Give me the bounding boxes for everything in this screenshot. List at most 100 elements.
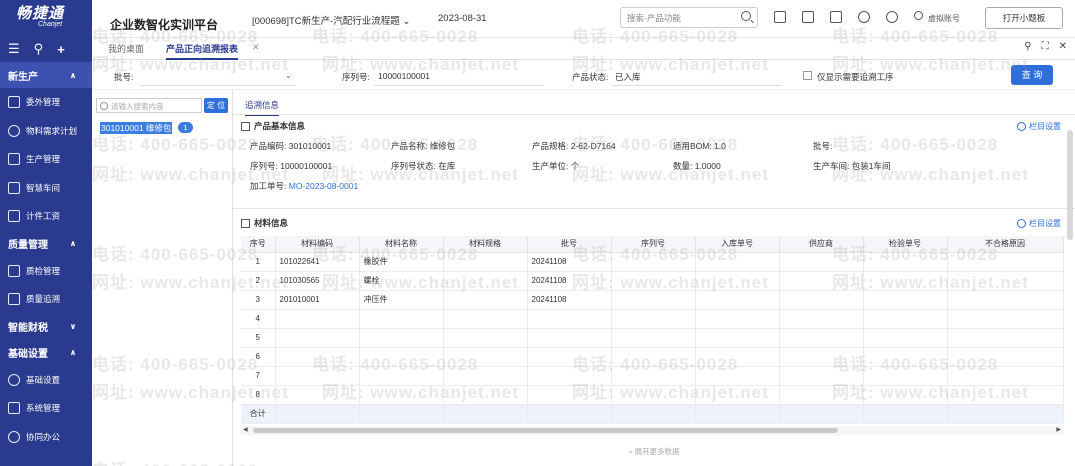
help-icon[interactable] (886, 11, 898, 23)
table-icon (241, 218, 250, 228)
table-row[interactable]: 3 201010001 冲压件 20241108 (241, 290, 1064, 310)
calculator-icon[interactable] (774, 11, 786, 23)
table-cell (779, 404, 864, 424)
table-cell (863, 347, 948, 367)
main-content: 追溯信息 产品基本信息 栏目设置 产品编码: 301010001 产品名称: 维… (233, 90, 1075, 466)
col-supplier[interactable]: 供应商 (779, 236, 864, 253)
col-batch[interactable]: 批号 (527, 236, 612, 253)
menu-icon[interactable]: ☰ (8, 41, 20, 57)
serial-label: 序列号: (342, 72, 370, 82)
table-cell (863, 252, 948, 272)
serial-status: 序列号状态: 在库 (391, 161, 456, 171)
close-icon[interactable]: ✕ (252, 42, 260, 53)
sidebar-item-basic-settings[interactable]: 基础设置 (0, 366, 92, 395)
table-row[interactable]: 7 (241, 366, 1064, 386)
basic-info-heading: 产品基本信息 (241, 120, 305, 132)
table-row[interactable]: 1 101022641 橡胶件 20241108 (241, 252, 1064, 272)
sidebar-item-production-mgmt[interactable]: 生产管理 (0, 145, 92, 174)
table-cell (527, 328, 612, 348)
user-name[interactable]: 虚拟账号 (928, 13, 960, 24)
work-order-link[interactable]: MO-2023-08-0001 (289, 181, 358, 191)
sidebar-group-settings[interactable]: 基础设置 ∧ (0, 340, 92, 366)
col-material-spec[interactable]: 材料规格 (443, 236, 528, 253)
sidebar-item-piece-wage[interactable]: 计件工资 (0, 202, 92, 231)
horizontal-scrollbar[interactable]: ◀ ▶ (241, 426, 1063, 435)
col-receipt-no[interactable]: 入库单号 (695, 236, 780, 253)
search-icon[interactable]: ⚲ (34, 41, 44, 57)
tree-search-input[interactable]: 请输入搜索内容 (96, 98, 202, 113)
col-material-code[interactable]: 材料编码 (275, 236, 360, 253)
col-seq[interactable]: 序号 (241, 236, 276, 253)
table-cell (695, 385, 780, 405)
col-serial[interactable]: 序列号 (611, 236, 696, 253)
serial-field[interactable]: 10000100001 (378, 71, 430, 81)
table-row[interactable]: 5 (241, 328, 1064, 348)
table-cell (611, 385, 696, 405)
chevron-down-icon[interactable]: ⌄ (285, 71, 292, 80)
locate-button[interactable]: 定 位 (204, 98, 228, 113)
tab-trace-report[interactable]: 产品正向追溯报表 (166, 42, 239, 60)
checklist-icon[interactable] (802, 11, 814, 23)
sidebar-item-system[interactable]: 系统管理 (0, 394, 92, 423)
sidebar-item-inspection[interactable]: 质检管理 (0, 257, 92, 286)
add-icon[interactable]: + (57, 42, 65, 57)
search-input[interactable]: 搜索-产品功能 (620, 7, 758, 28)
table-row[interactable]: 2 101030565 螺栓 20241108 (241, 271, 1064, 291)
sidebar-toolbar: ☰ ⚲ + (0, 36, 92, 62)
maximize-icon[interactable]: ⛶ (1042, 41, 1049, 52)
message-icon[interactable] (830, 11, 842, 23)
status-select[interactable]: 已入库 (615, 71, 641, 83)
table-cell (947, 366, 1064, 386)
table-cell: 201010001 (275, 290, 360, 310)
table-cell (695, 347, 780, 367)
scroll-thumb[interactable] (253, 428, 838, 433)
sidebar-item-outsourcing[interactable]: 委外管理 (0, 88, 92, 117)
table-cell (443, 385, 528, 405)
table-cell (527, 366, 612, 386)
batch-field[interactable] (140, 85, 296, 86)
org-selector[interactable]: [000698]TC新生产-汽配行业流程题 ⌄ (252, 13, 410, 27)
trace-only-checkbox[interactable] (803, 71, 812, 80)
column-settings-link[interactable]: 栏目设置 (1017, 121, 1061, 132)
col-material-name[interactable]: 材料名称 (359, 236, 444, 253)
tree-badge: 1 (178, 122, 193, 133)
table-cell (947, 347, 1064, 367)
column-settings-link[interactable]: 栏目设置 (1017, 218, 1061, 229)
table-cell: 20241108 (527, 252, 612, 272)
vertical-scrollbar[interactable] (1067, 130, 1073, 240)
sidebar-group-finance[interactable]: 智能财税 ∨ (0, 314, 92, 340)
bell-icon[interactable] (858, 11, 870, 23)
sidebar-item-smart-workshop[interactable]: 智慧车间 (0, 174, 92, 203)
tree-panel: 请输入搜索内容 定 位 301010001 维修包 1 (92, 90, 233, 466)
batch-label: 批号: (114, 72, 134, 82)
table-cell (863, 328, 948, 348)
table-cell (779, 328, 864, 348)
search-icon[interactable]: ⚲ (1024, 41, 1031, 52)
table-cell (947, 328, 1064, 348)
query-button[interactable]: 查 询 (1011, 65, 1053, 85)
expand-more-button[interactable]: » 展开更多数据 (233, 446, 1075, 457)
col-defect-reason[interactable]: 不合格原因 (947, 236, 1064, 253)
table-cell (947, 309, 1064, 329)
table-row[interactable]: 6 (241, 347, 1064, 367)
sidebar-item-collab[interactable]: 协同办公 (0, 423, 92, 452)
sidebar-item-mrp[interactable]: 物料需求计划 (0, 117, 92, 146)
tree-node[interactable]: 301010001 维修包 (100, 122, 173, 134)
sidebar-item-trace[interactable]: 质量追溯 (0, 285, 92, 314)
open-board-button[interactable]: 打开小题板 (985, 7, 1063, 29)
user-icon[interactable] (914, 11, 923, 20)
table-cell (359, 404, 444, 424)
sidebar-group-quality[interactable]: 质量管理 ∧ (0, 231, 92, 257)
table-cell (611, 366, 696, 386)
sidebar-group-production[interactable]: 新生产 ∧ (0, 62, 92, 88)
scroll-left-icon[interactable]: ◀ (243, 426, 248, 433)
quantity: 数量: 1.0000 (673, 161, 721, 171)
table-cell (611, 290, 696, 310)
table-row[interactable]: 4 (241, 309, 1064, 329)
search-icon[interactable] (741, 11, 751, 21)
scroll-right-icon[interactable]: ▶ (1056, 426, 1061, 433)
tab-desktop[interactable]: 我的桌面 (108, 42, 144, 55)
col-inspection-no[interactable]: 检验单号 (863, 236, 948, 253)
close-icon[interactable]: ✕ (1059, 41, 1067, 52)
table-row[interactable]: 8 (241, 385, 1064, 405)
